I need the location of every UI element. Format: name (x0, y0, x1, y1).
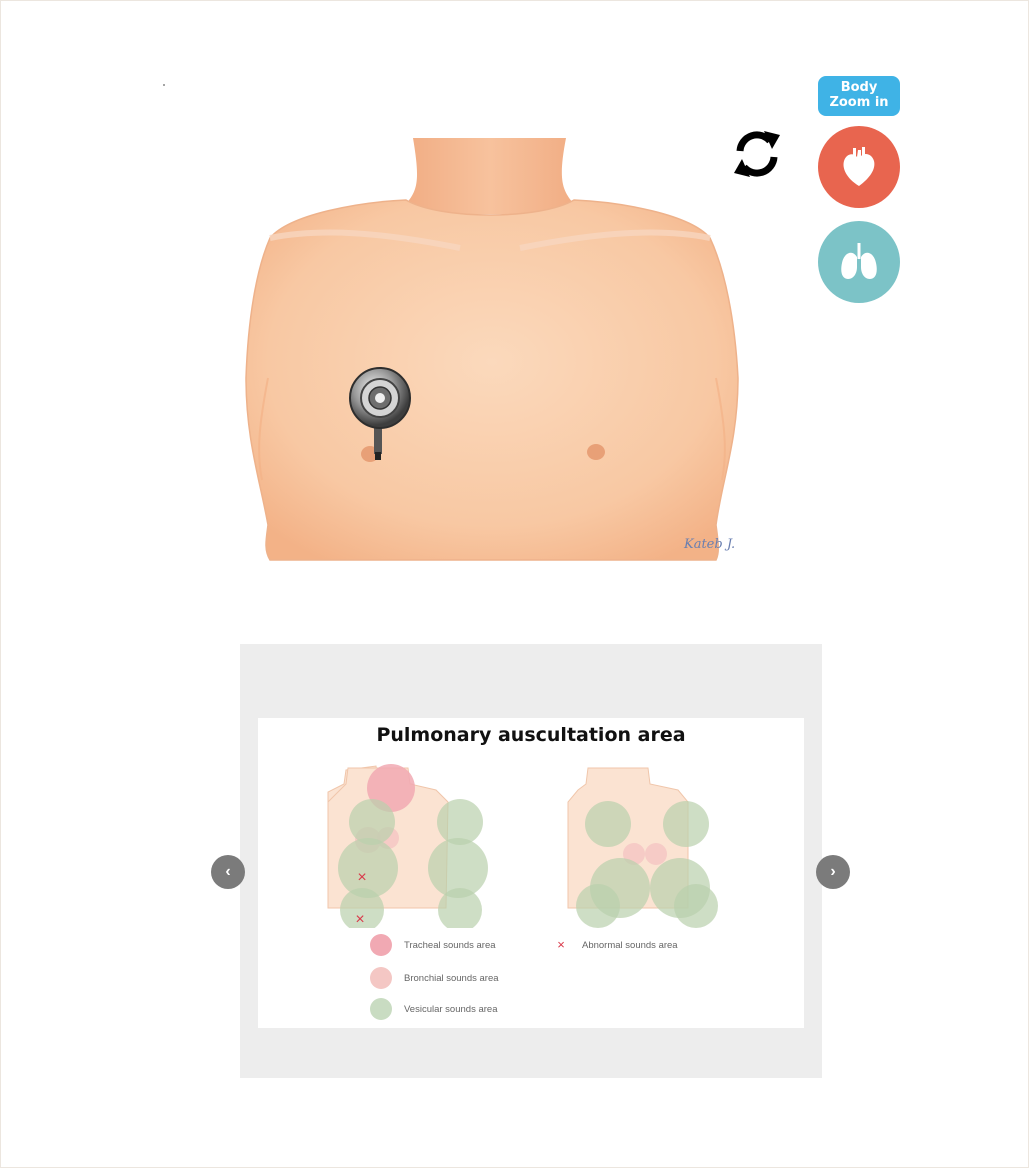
slider-next-button[interactable]: › (816, 855, 850, 889)
slide-pulmonary-auscultation: Pulmonary auscultation area × × Tracheal… (258, 718, 804, 1028)
stray-dot (163, 84, 165, 86)
bronchial-swatch (370, 967, 392, 989)
legend-tracheal: Tracheal sounds area (370, 934, 496, 956)
tracheal-swatch (370, 934, 392, 956)
legend-label: Bronchial sounds area (404, 972, 499, 984)
body-zoom-in-button[interactable]: Body Zoom in (818, 76, 900, 116)
torso-drawing: Kateb J. (245, 138, 739, 561)
vesicular-swatch (370, 998, 392, 1020)
lungs-mode-button[interactable] (818, 221, 900, 303)
zoom-label-line1: Body (840, 80, 878, 95)
abnormal-marker-icon: × (557, 937, 565, 952)
chevron-right-icon: › (830, 863, 836, 880)
chevron-left-icon: ‹ (225, 863, 231, 880)
auscultation-diagram: × × (258, 758, 804, 928)
legend-bronchial: Bronchial sounds area (370, 967, 499, 989)
slide-title: Pulmonary auscultation area (376, 724, 686, 746)
refresh-icon (734, 131, 780, 177)
auscultation-slider: Pulmonary auscultation area × × Tracheal… (240, 644, 822, 1078)
legend-label: Abnormal sounds area (582, 939, 678, 951)
svg-text:×: × (357, 869, 366, 886)
heart-icon (843, 147, 875, 186)
slider-prev-button[interactable]: ‹ (211, 855, 245, 889)
zoom-label-line2: Zoom in (829, 95, 889, 110)
stethoscope-tool[interactable] (344, 366, 416, 462)
legend-vesicular: Vesicular sounds area (370, 998, 497, 1020)
legend-label: Tracheal sounds area (404, 939, 496, 951)
svg-text:Kateb J.: Kateb J. (683, 537, 735, 552)
svg-text:×: × (355, 911, 364, 928)
stethoscope-icon (349, 367, 411, 460)
legend-abnormal: × Abnormal sounds area (550, 934, 678, 956)
refresh-button[interactable] (728, 125, 786, 183)
lungs-icon (841, 243, 877, 279)
legend-label: Vesicular sounds area (404, 1003, 498, 1015)
torso-illustration[interactable]: Kateb J. (230, 120, 750, 580)
heart-mode-button[interactable] (818, 126, 900, 208)
